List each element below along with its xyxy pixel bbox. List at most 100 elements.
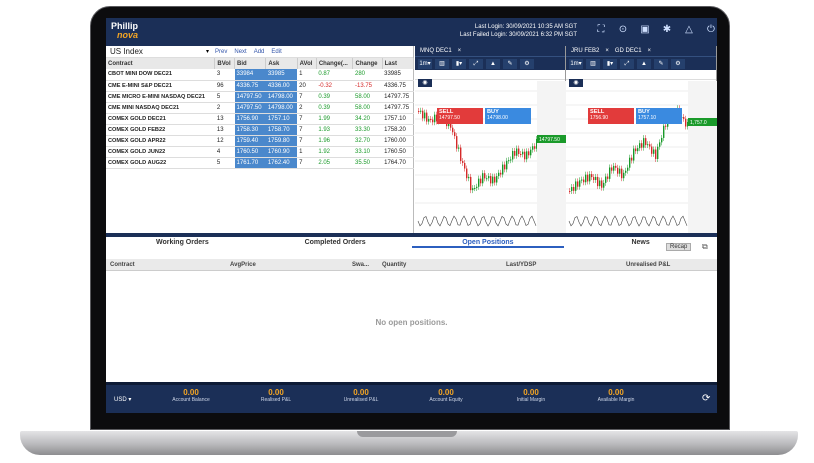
footer-metric: 0.00 Account Balance	[172, 388, 210, 403]
popout-icon[interactable]: ⧉	[702, 242, 708, 252]
table-cell: 14797.50	[234, 102, 266, 114]
table-row[interactable]: COMEX GOLD JUN22 4 1760.50 1760.90 1 1.92 33.1…	[106, 146, 414, 158]
table-cell: 1760.50	[234, 146, 266, 158]
index-select[interactable]: US Index	[110, 47, 206, 56]
table-cell: 0.87	[316, 69, 353, 81]
table-cell: 7	[297, 157, 317, 169]
table-cell: CME E-MINI S&P DEC21	[106, 80, 215, 92]
tab-completed-orders[interactable]: Completed Orders	[259, 237, 412, 248]
table-cell: 58.00	[352, 102, 383, 114]
tab-news[interactable]: News	[564, 237, 717, 248]
column-header[interactable]: Bid	[234, 58, 267, 69]
column-header[interactable]: Change(...	[316, 58, 354, 69]
table-row[interactable]: CME MICRO E-MINI NASDAQ DEC21 5 14797.50 14…	[106, 91, 414, 103]
table-cell: 14797.75	[382, 102, 414, 114]
currency-select[interactable]: USD ▾	[114, 396, 131, 403]
column-header[interactable]: Ask	[265, 58, 298, 69]
table-cell: 1758.70	[265, 124, 298, 136]
currency-icon[interactable]: ⊙	[616, 24, 630, 35]
table-cell: COMEX GOLD AUG22	[106, 157, 215, 169]
table-cell: 1757.10	[265, 113, 298, 125]
table-cell: 14797.75	[382, 91, 414, 103]
table-row[interactable]: COMEX GOLD AUG22 5 1761.70 1762.40 7 2.05 35.5…	[106, 157, 414, 169]
buy-button[interactable]: BUY 1757.10	[636, 108, 682, 124]
table-cell: 2	[214, 102, 235, 114]
table-cell: COMEX GOLD JUN22	[106, 146, 215, 158]
column-header[interactable]: Last	[382, 58, 415, 69]
footer-metric: 0.00 Unrealised P&L	[343, 388, 379, 403]
table-cell: 0.39	[316, 102, 353, 114]
laptop-notch	[357, 431, 457, 437]
footer-metric: 0.00 Account Equity	[429, 388, 463, 403]
prev-link[interactable]: Prev	[215, 49, 227, 55]
table-cell: 14797.50	[234, 91, 266, 103]
tools-icon[interactable]: ✱	[660, 24, 674, 35]
buy-button[interactable]: BUY 14798.00	[485, 108, 531, 124]
table-cell: 35.50	[352, 157, 383, 169]
tab-open-positions[interactable]: Open Positions	[411, 237, 565, 248]
table-cell: 1758.20	[382, 124, 414, 136]
table-cell: 1757.10	[382, 113, 414, 125]
table-cell: 2.05	[316, 157, 353, 169]
table-cell: 1	[297, 146, 317, 158]
edit-link[interactable]: Edit	[271, 49, 281, 55]
table-cell: 1760.90	[265, 146, 298, 158]
tab-working-orders[interactable]: Working Orders	[106, 237, 259, 248]
table-cell: 20	[297, 80, 317, 92]
table-cell: 96	[214, 80, 235, 92]
svg-text:1,757.0: 1,757.0	[690, 120, 707, 126]
price-chart[interactable]: 14797.50	[415, 81, 566, 233]
sell-button[interactable]: SELL 1756.90	[588, 108, 634, 124]
column-header[interactable]: Contract	[106, 58, 216, 69]
price-chart[interactable]: 1,757.0	[566, 81, 717, 233]
power-icon[interactable]: ⏻	[704, 24, 717, 35]
chart-tab-mnq[interactable]: MNQ DEC1	[420, 48, 452, 54]
table-cell: 33.30	[352, 124, 383, 136]
next-link[interactable]: Next	[234, 49, 246, 55]
add-link[interactable]: Add	[254, 49, 265, 55]
table-cell: 7	[297, 135, 317, 147]
table-cell: 1759.80	[265, 135, 298, 147]
table-cell: CBOT MINI DOW DEC21	[106, 69, 215, 81]
close-icon[interactable]: ×	[458, 48, 462, 54]
table-cell: -0.32	[316, 80, 353, 92]
column-header[interactable]: AVol	[297, 58, 317, 69]
recap-button[interactable]: Recap	[666, 243, 692, 251]
app-screen: Phillip nova Last Login: 30/09/2021 10:35…	[106, 18, 717, 413]
table-cell: 1.92	[316, 146, 353, 158]
footer-metric: 0.00 Available Margin	[597, 388, 635, 403]
table-row[interactable]: CME MINI NASDAQ DEC21 2 14797.50 14798.00 2 0…	[106, 102, 414, 114]
chart-tab-jru[interactable]: JRU FEB2	[571, 48, 599, 54]
table-cell: 4	[214, 146, 235, 158]
chart-tab-gd[interactable]: GD DEC1	[615, 48, 642, 54]
table-row[interactable]: COMEX GOLD APR22 12 1759.40 1759.80 7 1.96 32.…	[106, 135, 414, 147]
table-row[interactable]: CBOT MINI DOW DEC21 3 33984 33985 1 0.87 280 33…	[106, 69, 414, 81]
close-icon[interactable]: ×	[605, 48, 609, 54]
watchlist-table: Contract BVol Bid Ask AVol Change(... Change La…	[106, 58, 415, 169]
sell-button[interactable]: SELL 14797.50	[437, 108, 483, 124]
chart-panel-mnq: MNQ DEC1 × 1m▾ ▥ ▮▾ ⤢ ▲ ✎ ⚙ ◉ 14797.50 SELL 1479…	[415, 46, 566, 233]
table-cell: 1	[297, 69, 317, 81]
login-info: Last Login: 30/09/2021 10:35 AM SGT Last …	[459, 24, 577, 38]
table-cell: 14798.00	[265, 102, 298, 114]
table-cell: 14798.00	[265, 91, 298, 103]
table-cell: 1.93	[316, 124, 353, 136]
chevron-down-icon[interactable]: ▾	[206, 48, 209, 55]
table-cell: 1760.00	[382, 135, 414, 147]
footer-metric: 0.00 Realised P&L	[260, 388, 292, 403]
table-cell: 1.96	[316, 135, 353, 147]
table-cell: COMEX GOLD APR22	[106, 135, 215, 147]
table-row[interactable]: COMEX GOLD DEC21 13 1756.90 1757.10 7 1.99 34.…	[106, 113, 414, 125]
column-header[interactable]: Change	[352, 58, 383, 69]
notification-icon[interactable]: △	[682, 24, 696, 35]
column-header[interactable]: BVol	[214, 58, 236, 69]
table-row[interactable]: CME E-MINI S&P DEC21 96 4336.75 4336.00 20 -0…	[106, 80, 414, 92]
report-icon[interactable]: ▣	[638, 24, 652, 35]
svg-text:14797.50: 14797.50	[539, 137, 560, 143]
top-bar: Phillip nova Last Login: 30/09/2021 10:35…	[106, 18, 717, 46]
table-cell: COMEX GOLD DEC21	[106, 113, 215, 125]
fullscreen-icon[interactable]: ⛶	[594, 24, 608, 35]
refresh-icon[interactable]: ⟳	[702, 393, 710, 404]
table-row[interactable]: COMEX GOLD FEB22 13 1758.30 1758.70 7 1.93 33.…	[106, 124, 414, 136]
close-icon[interactable]: ×	[648, 48, 652, 54]
